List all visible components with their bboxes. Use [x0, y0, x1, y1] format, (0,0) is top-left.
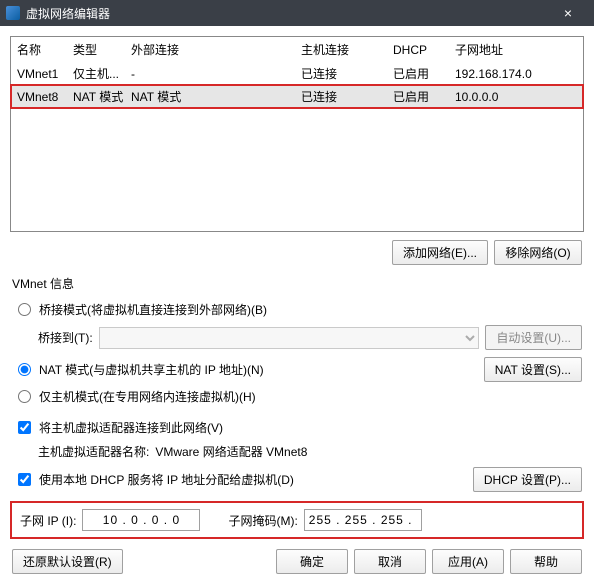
- close-icon[interactable]: ×: [548, 5, 588, 21]
- cell-type: 仅主机...: [67, 62, 125, 85]
- vmnet-info-label: VMnet 信息: [12, 275, 582, 292]
- subnet-row: 子网 IP (I): 子网掩码(M):: [12, 503, 582, 537]
- bridge-to-label: 桥接到(T):: [38, 329, 93, 346]
- checkbox-connect-host-label: 将主机虚拟适配器连接到此网络(V): [39, 419, 223, 436]
- cell-name: VMnet8: [11, 85, 67, 108]
- cancel-button[interactable]: 取消: [354, 549, 426, 574]
- bridge-to-combo[interactable]: [99, 327, 480, 349]
- table-row[interactable]: VMnet8NAT 模式NAT 模式已连接已启用10.0.0.0: [11, 85, 583, 108]
- cell-ext: -: [125, 62, 295, 85]
- table-header-row: 名称 类型 外部连接 主机连接 DHCP 子网地址: [11, 37, 583, 62]
- radio-bridged[interactable]: [18, 303, 31, 316]
- subnet-ip-label: 子网 IP (I):: [20, 512, 76, 529]
- cell-name: VMnet1: [11, 62, 67, 85]
- remove-network-button[interactable]: 移除网络(O): [494, 240, 582, 265]
- col-host[interactable]: 主机连接: [295, 37, 387, 62]
- table-row[interactable]: VMnet1仅主机...-已连接已启用192.168.174.0: [11, 62, 583, 85]
- dhcp-settings-button[interactable]: DHCP 设置(P)...: [473, 467, 582, 492]
- cell-subnet: 10.0.0.0: [449, 85, 583, 108]
- radio-hostonly-label: 仅主机模式(在专用网络内连接虚拟机)(H): [39, 388, 256, 405]
- host-adapter-name-value: VMware 网络适配器 VMnet8: [155, 443, 307, 460]
- cell-ext: NAT 模式: [125, 85, 295, 108]
- cell-host: 已连接: [295, 85, 387, 108]
- ok-button[interactable]: 确定: [276, 549, 348, 574]
- checkbox-use-dhcp-label: 使用本地 DHCP 服务将 IP 地址分配给虚拟机(D): [39, 471, 294, 488]
- col-name[interactable]: 名称: [11, 37, 67, 62]
- radio-hostonly[interactable]: [18, 390, 31, 403]
- restore-defaults-button[interactable]: 还原默认设置(R): [12, 549, 123, 574]
- add-network-button[interactable]: 添加网络(E)...: [392, 240, 488, 265]
- help-button[interactable]: 帮助: [510, 549, 582, 574]
- radio-nat-label: NAT 模式(与虚拟机共享主机的 IP 地址)(N): [39, 361, 264, 378]
- window-title: 虚拟网络编辑器: [26, 5, 548, 22]
- app-icon: [6, 6, 20, 20]
- radio-nat[interactable]: [18, 363, 31, 376]
- apply-button[interactable]: 应用(A): [432, 549, 504, 574]
- cell-subnet: 192.168.174.0: [449, 62, 583, 85]
- checkbox-connect-host[interactable]: [18, 421, 31, 434]
- col-dhcp[interactable]: DHCP: [387, 37, 449, 62]
- checkbox-use-dhcp[interactable]: [18, 473, 31, 486]
- network-table[interactable]: 名称 类型 外部连接 主机连接 DHCP 子网地址 VMnet1仅主机...-已…: [10, 36, 584, 232]
- subnet-mask-label: 子网掩码(M):: [228, 512, 297, 529]
- cell-dhcp: 已启用: [387, 85, 449, 108]
- col-type[interactable]: 类型: [67, 37, 125, 62]
- cell-host: 已连接: [295, 62, 387, 85]
- auto-settings-button[interactable]: 自动设置(U)...: [485, 325, 582, 350]
- titlebar: 虚拟网络编辑器 ×: [0, 0, 594, 26]
- cell-dhcp: 已启用: [387, 62, 449, 85]
- radio-bridged-label: 桥接模式(将虚拟机直接连接到外部网络)(B): [39, 301, 267, 318]
- cell-type: NAT 模式: [67, 85, 125, 108]
- host-adapter-name-label: 主机虚拟适配器名称:: [38, 443, 149, 460]
- col-ext[interactable]: 外部连接: [125, 37, 295, 62]
- nat-settings-button[interactable]: NAT 设置(S)...: [484, 357, 582, 382]
- col-subnet[interactable]: 子网地址: [449, 37, 583, 62]
